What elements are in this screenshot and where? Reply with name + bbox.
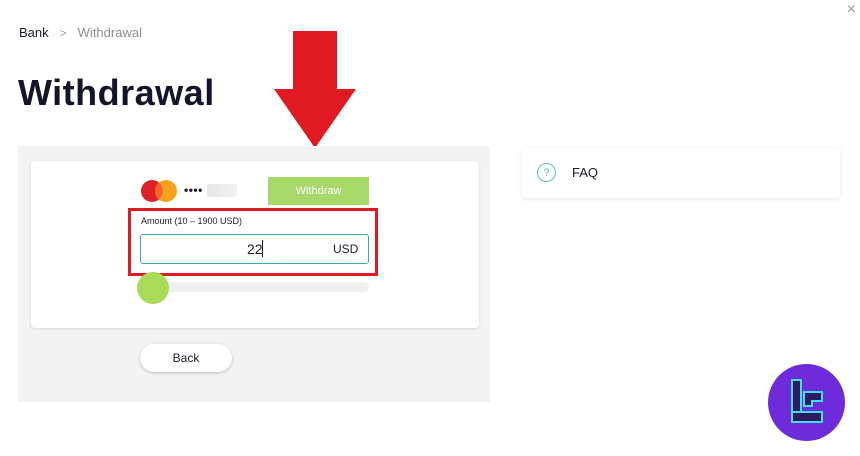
question-circle-icon: ? xyxy=(537,163,556,182)
brand-logo-icon xyxy=(768,364,845,441)
close-icon[interactable]: × xyxy=(847,2,856,18)
faq-label[interactable]: FAQ xyxy=(572,165,598,180)
amount-input-value[interactable]: 22 xyxy=(247,241,263,257)
mastercard-logo-icon xyxy=(141,180,177,202)
breadcrumb: Bank > Withdrawal xyxy=(19,25,142,40)
back-button[interactable]: Back xyxy=(140,344,232,372)
withdraw-button[interactable]: Withdraw xyxy=(268,177,369,205)
amount-slider-track[interactable] xyxy=(150,282,369,292)
card-number-redacted xyxy=(206,183,237,197)
masked-card-number: •••• xyxy=(184,183,237,197)
withdrawal-page: × Bank > Withdrawal Withdrawal •••• With… xyxy=(0,0,860,456)
card-number-dots: •••• xyxy=(184,183,203,197)
breadcrumb-separator: > xyxy=(59,25,67,40)
amount-label: Amount (10 – 1900 USD) xyxy=(141,216,243,226)
text-caret xyxy=(262,240,263,257)
breadcrumb-current: Withdrawal xyxy=(77,25,142,40)
page-title: Withdrawal xyxy=(18,72,215,113)
breadcrumb-bank-link[interactable]: Bank xyxy=(19,25,49,40)
amount-currency: USD xyxy=(333,242,359,256)
amount-slider-handle[interactable] xyxy=(137,272,169,304)
faq-item[interactable] xyxy=(522,148,840,198)
down-arrow-annotation-icon xyxy=(274,31,356,148)
